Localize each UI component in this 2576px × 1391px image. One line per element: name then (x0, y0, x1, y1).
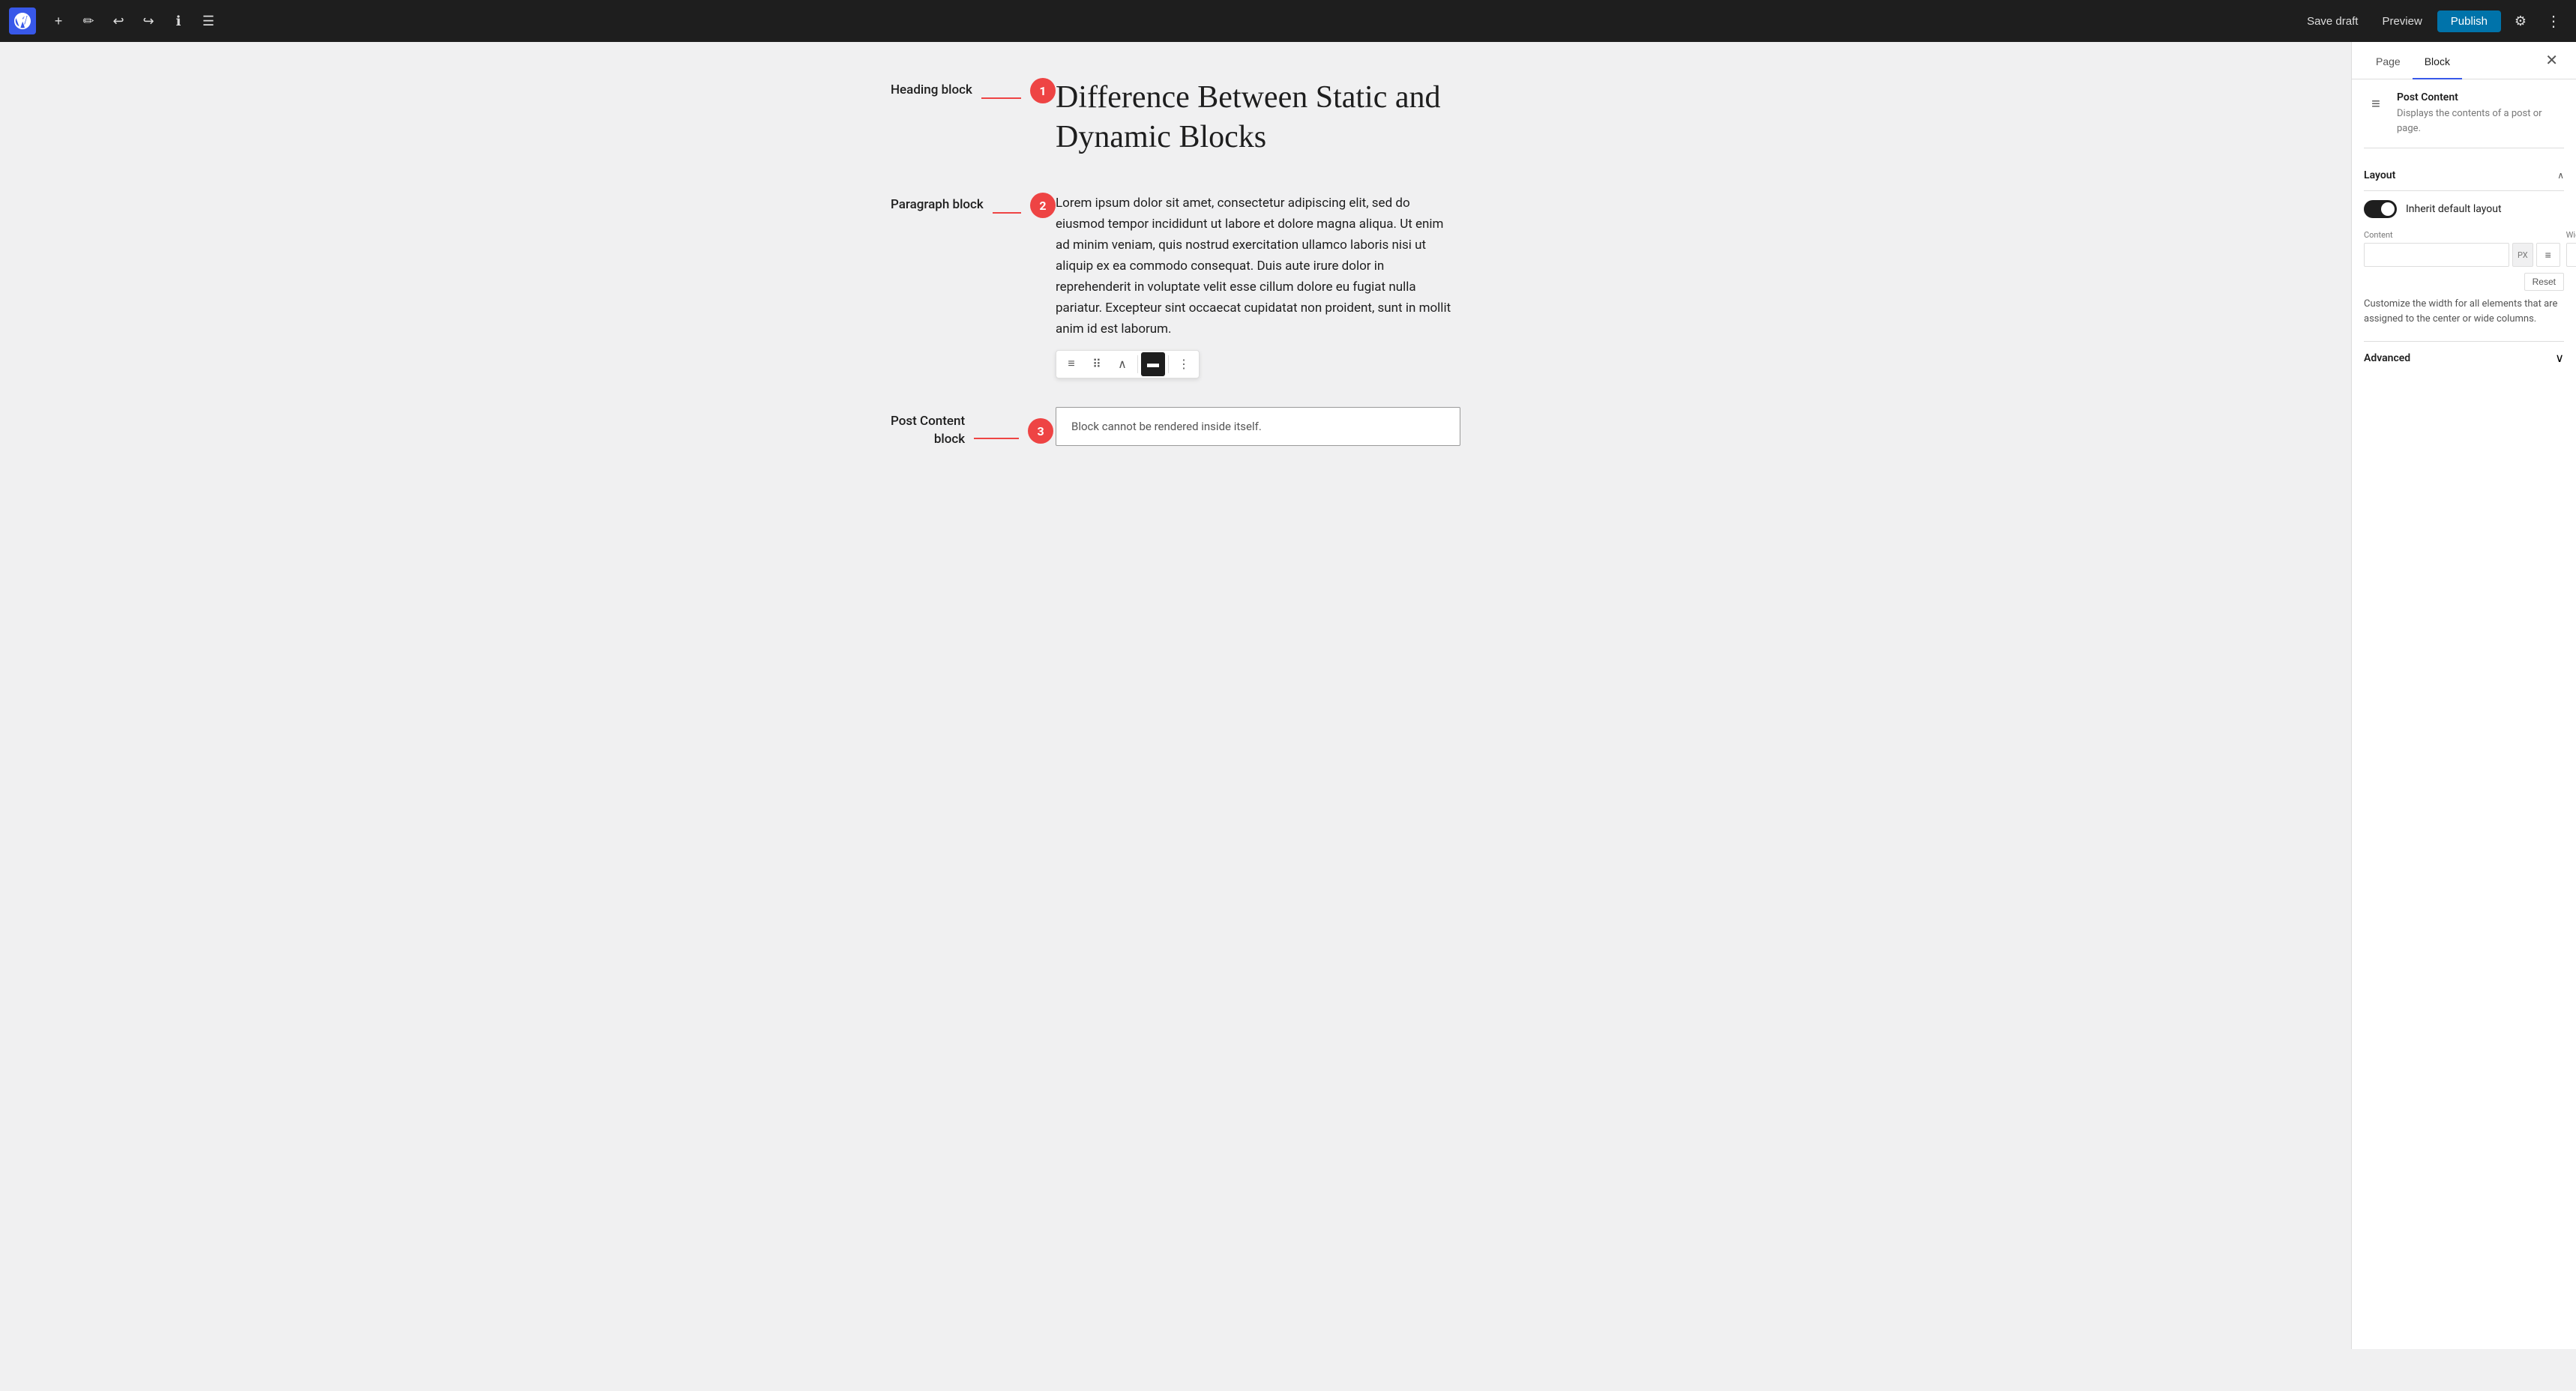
edit-button[interactable]: ✏ (75, 7, 102, 34)
advanced-section: Advanced ∨ (2364, 341, 2564, 374)
advanced-chevron-down-icon: ∨ (2555, 351, 2564, 365)
reset-button[interactable]: Reset (2524, 273, 2564, 291)
post-content-message: Block cannot be rendered inside itself. (1071, 420, 1262, 433)
save-draft-button[interactable]: Save draft (2298, 10, 2367, 32)
heading-text[interactable]: Difference Between Static and Dynamic Bl… (1056, 72, 1460, 163)
main-layout: Heading block 1 Difference Between Stati… (0, 42, 2576, 1349)
paragraph-text[interactable]: Lorem ipsum dolor sit amet, consectetur … (1056, 187, 1460, 346)
block-toolbar-justify-btn[interactable]: ▬ (1141, 352, 1165, 376)
post-content-block[interactable]: Block cannot be rendered inside itself. (1056, 407, 1460, 446)
gear-icon: ⚙ (2515, 13, 2527, 29)
advanced-label: Advanced (2364, 352, 2410, 364)
annotation-line-3 (974, 438, 1019, 439)
toolbar-right: Save draft Preview Publish ⚙ ⋮ (2298, 7, 2567, 34)
annotation-line-2 (993, 212, 1021, 214)
width-inputs: Content PX ≡ Wide (2364, 230, 2564, 267)
block-toolbar-drag-btn[interactable]: ⠿ (1085, 352, 1109, 376)
content-width-input[interactable] (2364, 243, 2509, 267)
post-content-label-group: Post Contentblock 3 (891, 407, 1056, 449)
customize-text: Customize the width for all elements tha… (2364, 297, 2564, 326)
more-icon: ⋮ (1178, 357, 1190, 372)
wide-width-group: Wide PX ▬ (2566, 230, 2576, 267)
layout-chevron-up-icon: ∧ (2557, 170, 2564, 181)
list-view-button[interactable]: ☰ (195, 7, 222, 34)
sidebar: Page Block ✕ ≡ Post Content Displays the… (2351, 42, 2576, 1349)
wide-label: Wide (2566, 230, 2576, 240)
top-toolbar: + ✏ ↩ ↪ ℹ ☰ Save draft Preview Publish ⚙… (0, 0, 2576, 42)
annotation-badge-3: 3 (1028, 418, 1053, 444)
more-options-button[interactable]: ⋮ (2540, 7, 2567, 34)
settings-button[interactable]: ⚙ (2507, 7, 2534, 34)
editor-area: Heading block 1 Difference Between Stati… (0, 42, 2351, 1349)
content-label: Content (2364, 230, 2560, 240)
paragraph-block-content: Lorem ipsum dolor sit amet, consectetur … (1056, 187, 1460, 383)
publish-button[interactable]: Publish (2437, 10, 2501, 32)
list-icon: ☰ (202, 13, 214, 29)
block-description: Displays the contents of a post or page. (2397, 106, 2564, 136)
layout-section-body: Inherit default layout Content PX ≡ (2364, 191, 2564, 335)
content-width-group: Content PX ≡ (2364, 230, 2560, 267)
post-content-icon: ≡ (2371, 94, 2380, 113)
paragraph-block-row: Paragraph block 2 Lorem ipsum dolor sit … (891, 187, 1460, 383)
heading-block-content[interactable]: Difference Between Static and Dynamic Bl… (1056, 72, 1460, 163)
wide-width-input-row: PX ▬ (2566, 243, 2576, 267)
block-info: ≡ Post Content Displays the contents of … (2364, 91, 2564, 148)
undo-icon: ↩ (112, 13, 124, 29)
inherit-layout-toggle[interactable] (2364, 200, 2397, 218)
toolbar-divider (1137, 355, 1138, 373)
toolbar-divider-2 (1168, 355, 1169, 373)
close-sidebar-button[interactable]: ✕ (2539, 42, 2564, 79)
ellipsis-icon: ⋮ (2546, 12, 2561, 31)
post-content-block-label: Post Contentblock (891, 413, 965, 449)
paragraph-block-label: Paragraph block (891, 196, 984, 214)
heading-block-row: Heading block 1 Difference Between Stati… (891, 72, 1460, 163)
inherit-layout-label: Inherit default layout (2406, 203, 2502, 215)
block-toolbar-align-btn[interactable]: ≡ (1059, 352, 1083, 376)
tab-page[interactable]: Page (2364, 42, 2413, 79)
tab-block[interactable]: Block (2413, 42, 2462, 79)
wide-width-input[interactable] (2566, 243, 2576, 267)
redo-icon: ↪ (142, 13, 154, 29)
wp-logo[interactable] (9, 7, 36, 34)
content-align-center-btn[interactable]: ≡ (2536, 243, 2560, 267)
redo-button[interactable]: ↪ (135, 7, 162, 34)
add-icon: + (55, 13, 63, 29)
sidebar-tabs: Page Block ✕ (2352, 42, 2576, 79)
content-width-input-row: PX ≡ (2364, 243, 2560, 267)
block-title: Post Content (2397, 91, 2564, 103)
reset-row: Reset (2364, 273, 2564, 291)
annotation-badge-2: 2 (1030, 193, 1056, 218)
inherit-layout-row: Inherit default layout (2364, 200, 2564, 218)
info-icon: ℹ (176, 13, 181, 29)
block-info-text: Post Content Displays the contents of a … (2397, 91, 2564, 136)
paragraph-block-label-group: Paragraph block 2 (891, 187, 1056, 218)
block-toolbar-more-btn[interactable]: ⋮ (1172, 352, 1196, 376)
annotation-line-1 (981, 97, 1021, 99)
heading-block-label: Heading block (891, 82, 972, 100)
post-content-block-row: Post Contentblock 3 Block cannot be rend… (891, 407, 1460, 449)
post-content-block-content: Block cannot be rendered inside itself. (1056, 407, 1460, 446)
block-toolbar-move-btn[interactable]: ∧ (1110, 352, 1134, 376)
editor-content: Heading block 1 Difference Between Stati… (891, 72, 1460, 473)
justify-icon: ▬ (1147, 357, 1159, 371)
align-center-icon: ≡ (2545, 249, 2551, 261)
drag-icon: ⠿ (1092, 357, 1101, 372)
layout-section-label: Layout (2364, 169, 2395, 181)
heading-block-label-group: Heading block 1 (891, 72, 1056, 103)
content-px-label: PX (2512, 243, 2533, 267)
sidebar-body: ≡ Post Content Displays the contents of … (2352, 79, 2576, 1349)
align-icon: ≡ (1068, 357, 1074, 371)
pencil-icon: ✏ (82, 13, 94, 29)
block-toolbar: ≡ ⠿ ∧ ▬ ⋮ (1056, 350, 1200, 378)
annotation-badge-1: 1 (1030, 78, 1056, 103)
move-icon: ∧ (1118, 357, 1127, 372)
layout-section-header[interactable]: Layout ∧ (2364, 160, 2564, 191)
undo-button[interactable]: ↩ (105, 7, 132, 34)
info-button[interactable]: ℹ (165, 7, 192, 34)
advanced-section-header[interactable]: Advanced ∨ (2364, 342, 2564, 374)
add-block-button[interactable]: + (45, 7, 72, 34)
preview-button[interactable]: Preview (2373, 10, 2431, 32)
close-icon: ✕ (2545, 51, 2558, 70)
block-info-icon: ≡ (2364, 91, 2388, 115)
